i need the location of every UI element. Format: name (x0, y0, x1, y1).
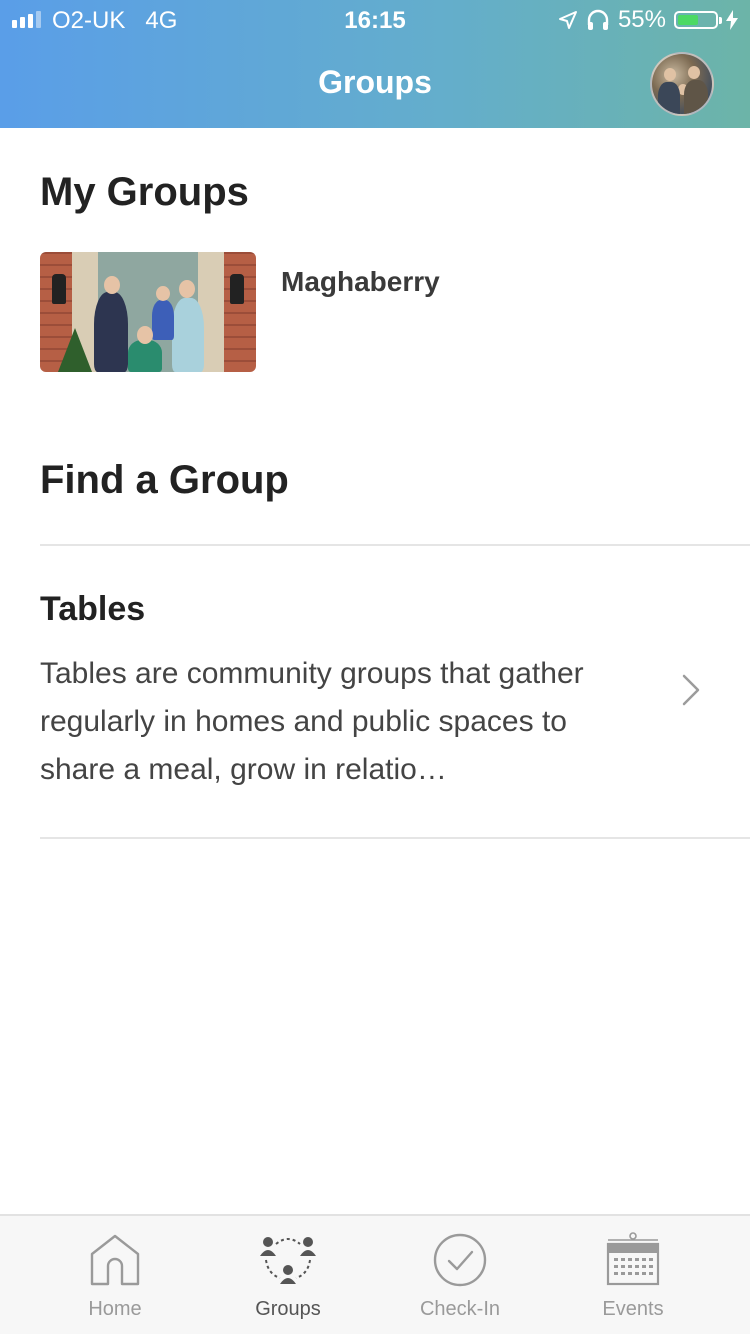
headphones-icon (587, 9, 609, 30)
category-description: Tables are community groups that gather … (40, 657, 584, 786)
charging-bolt-icon (726, 10, 738, 30)
tab-groups[interactable]: Groups (201, 1216, 375, 1334)
find-group-heading: Find a Group (40, 458, 289, 502)
tab-events[interactable]: Events (546, 1216, 720, 1334)
group-photo (40, 252, 256, 372)
groups-icon (260, 1237, 316, 1284)
battery-percent: 55% (617, 6, 666, 33)
header: O2-UK 4G 16:15 55% Groups (0, 0, 750, 128)
check-circle-icon (433, 1233, 487, 1287)
profile-avatar[interactable] (650, 52, 714, 116)
group-category-tables[interactable]: Tables Tables are community groups that … (0, 546, 750, 838)
page-title: Groups (318, 64, 432, 100)
tab-label: Check-In (419, 1298, 501, 1320)
tab-bar: Home Groups Check-In Events (0, 1214, 750, 1334)
battery-icon (674, 11, 722, 29)
divider (40, 837, 750, 839)
chevron-right-icon (682, 674, 700, 706)
battery-fill (678, 15, 698, 25)
location-arrow-icon (558, 11, 577, 29)
calendar-icon (606, 1232, 660, 1286)
tab-label: Events (602, 1298, 664, 1320)
tab-check-in[interactable]: Check-In (373, 1216, 547, 1334)
status-bar: O2-UK 4G 16:15 55% (0, 0, 750, 40)
status-right: 55% (558, 6, 738, 34)
group-card-maghaberry[interactable]: Maghaberry (40, 252, 700, 372)
tab-label: Home (88, 1298, 142, 1320)
group-name: Maghaberry (281, 266, 440, 297)
category-title: Tables (40, 590, 146, 628)
tab-home[interactable]: Home (28, 1216, 202, 1334)
tab-label: Groups (255, 1298, 321, 1320)
my-groups-heading: My Groups (40, 170, 249, 214)
home-icon (90, 1234, 140, 1286)
